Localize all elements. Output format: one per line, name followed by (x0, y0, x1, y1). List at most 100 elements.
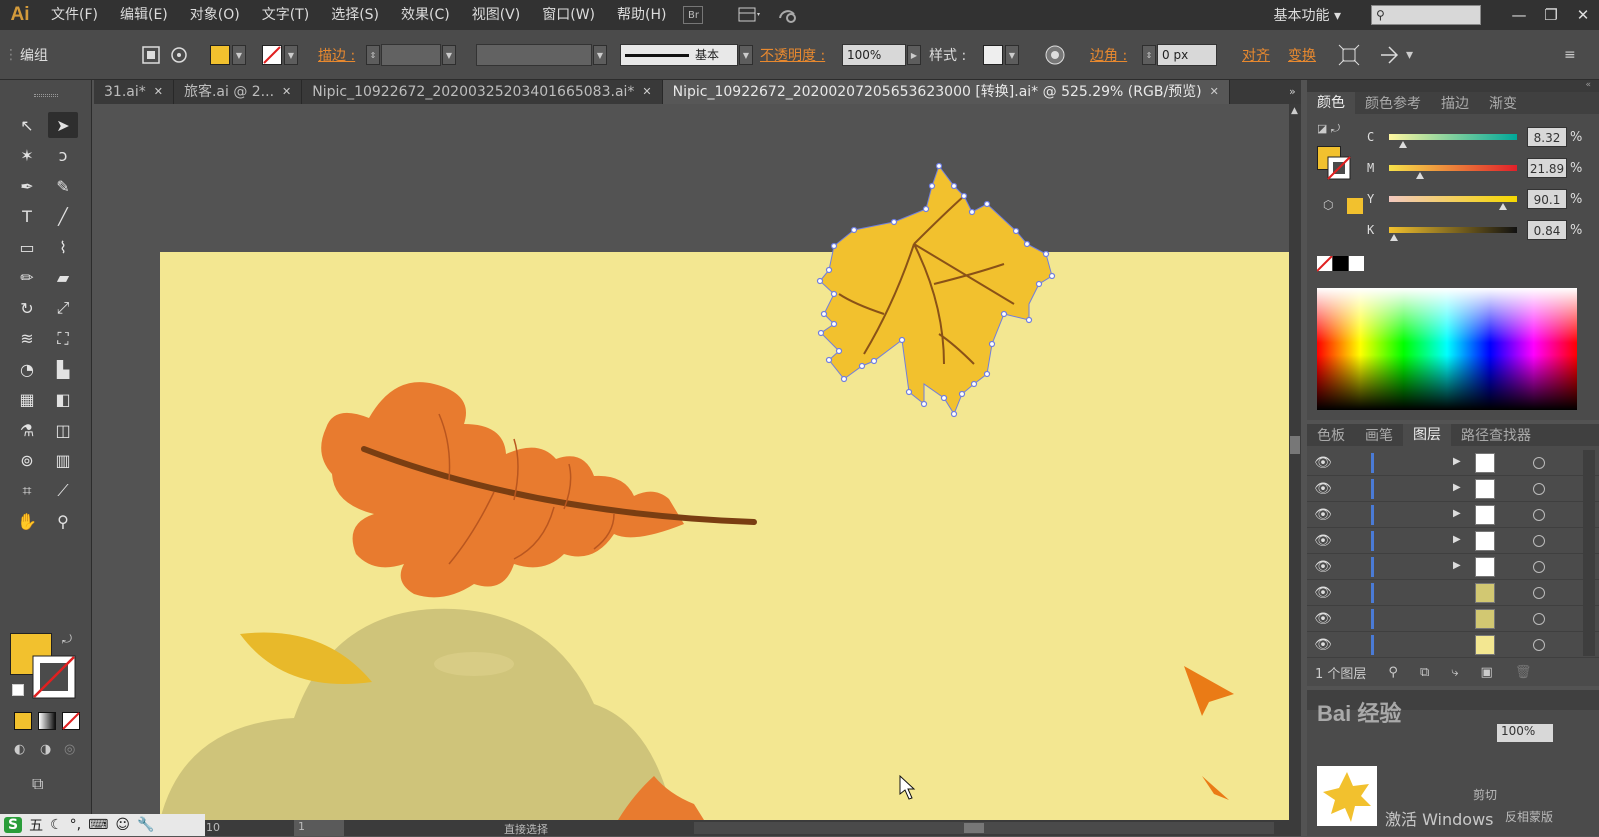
slider-track[interactable] (1389, 227, 1517, 241)
chevron-down-icon[interactable]: ▼ (442, 45, 456, 65)
layers-tab-1[interactable]: 画笔 (1355, 425, 1403, 445)
target-icon[interactable] (1533, 535, 1545, 547)
chevron-down-icon[interactable]: ▼ (284, 45, 298, 65)
color-tab-0[interactable]: 颜色 (1307, 92, 1355, 114)
opacity-label[interactable]: 不透明度 : (760, 30, 825, 80)
menu-5[interactable]: 效果(C) (390, 0, 461, 30)
channel-value[interactable]: 0.84 (1527, 220, 1567, 240)
column-graph-tool-icon[interactable]: ▥ (48, 448, 78, 474)
rectangle-tool-icon[interactable]: ▭ (12, 234, 42, 260)
layer-row[interactable]: 👁 (1307, 580, 1599, 606)
out-of-gamut-icon[interactable]: ⬡ (1323, 198, 1333, 212)
slice-tool-icon[interactable]: ⟋ (48, 478, 78, 504)
expand-arrow-icon[interactable]: ▶ (1453, 508, 1461, 519)
menu-4[interactable]: 选择(S) (320, 0, 390, 30)
layers-tab-2[interactable]: 图层 (1403, 424, 1451, 446)
none-mode-icon[interactable] (62, 712, 80, 730)
chevron-down-icon[interactable]: ▼ (1005, 45, 1019, 65)
zoom-tool-icon[interactable]: ⚲ (48, 509, 78, 535)
screen-mode-icon[interactable]: ⧉ (32, 774, 43, 794)
lasso-tool-icon[interactable]: ↄ (48, 143, 78, 169)
menu-1[interactable]: 编辑(E) (109, 0, 179, 30)
gradient-tool-icon[interactable]: ◧ (48, 387, 78, 413)
slider-thumb[interactable] (1390, 234, 1399, 241)
stroke-weight-field[interactable] (381, 44, 441, 66)
layers-tab-3[interactable]: 路径查找器 (1451, 425, 1541, 445)
direct-selection-tool-icon[interactable]: ➤ (48, 112, 78, 138)
invert-mask-label[interactable]: 反相蒙版 (1505, 808, 1553, 825)
delete-layer-icon[interactable]: 🗑 (1515, 665, 1532, 680)
new-layer-icon[interactable]: ▣ (1481, 665, 1493, 680)
eye-icon[interactable]: 👁 (1307, 533, 1339, 549)
menu-7[interactable]: 窗口(W) (531, 0, 606, 30)
close-icon[interactable]: ✕ (642, 80, 651, 104)
slider-track[interactable] (1389, 196, 1517, 210)
corner-label[interactable]: 边角 : (1090, 30, 1127, 80)
cut-label[interactable]: 剪切 (1473, 786, 1497, 803)
shape-builder-tool-icon[interactable]: ◔ (12, 356, 42, 382)
target-icon[interactable] (1533, 587, 1545, 599)
mesh-tool-icon[interactable]: ▦ (12, 387, 42, 413)
ime-logo[interactable]: S (4, 817, 23, 833)
slider-m[interactable]: M 21.89% (1367, 155, 1597, 181)
layer-row[interactable]: 👁 ▶ (1307, 450, 1599, 476)
vertical-scrollbar[interactable]: ▲ (1289, 104, 1301, 820)
wrench-icon[interactable]: 🔧 (137, 817, 154, 833)
close-icon[interactable]: ✕ (1210, 80, 1219, 104)
opacity-field[interactable]: 100% (842, 44, 906, 66)
horizontal-scrollbar[interactable] (694, 822, 1274, 834)
slider-track[interactable] (1389, 134, 1517, 148)
brush-field[interactable]: 基本 (620, 44, 738, 66)
toolbox-grip[interactable] (34, 94, 58, 97)
layer-row[interactable]: 👁 ▶ (1307, 554, 1599, 580)
ime-mode[interactable]: 五 (29, 815, 43, 835)
h-scroll-thumb[interactable] (964, 823, 984, 833)
stroke-label[interactable]: 描边 : (318, 30, 355, 80)
color-tab-3[interactable]: 渐变 (1479, 93, 1527, 113)
channel-value[interactable]: 8.32 (1527, 127, 1567, 147)
eye-icon[interactable]: 👁 (1307, 559, 1339, 575)
panel-menu-icon[interactable]: ≡ (1564, 30, 1576, 80)
curvature-tool-icon[interactable]: ✎ (48, 173, 78, 199)
eye-icon[interactable]: 👁 (1307, 481, 1339, 497)
expand-arrow-icon[interactable]: ▶ (1453, 560, 1461, 571)
slider-thumb[interactable] (1415, 172, 1424, 179)
sync-icon[interactable] (775, 5, 801, 25)
menu-3[interactable]: 文字(T) (251, 0, 320, 30)
tabs-overflow-icon[interactable]: » (1289, 80, 1301, 104)
type-tool-icon[interactable]: T (12, 204, 42, 230)
default-colors-icon[interactable] (12, 684, 24, 696)
draw-normal-icon[interactable]: ◐ (14, 742, 25, 757)
recolor-icon[interactable] (1044, 30, 1066, 80)
channel-value[interactable]: 90.1 (1527, 189, 1567, 209)
chevron-down-icon[interactable]: ▼ (593, 45, 607, 65)
stroke-weight-control[interactable]: ⇕ ▼ (366, 30, 456, 80)
corner-control[interactable]: ⇕ 0 px (1142, 30, 1217, 80)
mask-thumbnail[interactable] (1317, 766, 1377, 826)
menu-0[interactable]: 文件(F) (40, 0, 109, 30)
pencil-tool-icon[interactable]: ✏ (12, 265, 42, 291)
keyboard-icon[interactable]: ⌨ (88, 817, 108, 833)
closest-color-swatch[interactable] (1347, 198, 1363, 214)
layers-scrollbar[interactable] (1583, 450, 1595, 656)
eyedropper-tool-icon[interactable]: ⚗ (12, 417, 42, 443)
artboard-tool-icon[interactable]: ⌗ (12, 478, 42, 504)
chevron-down-icon[interactable]: ▼ (232, 45, 246, 65)
gradient-mode-icon[interactable] (38, 712, 56, 730)
target-icon[interactable] (1533, 613, 1545, 625)
quick-swatches[interactable] (1317, 256, 1365, 274)
slider-thumb[interactable] (1398, 141, 1407, 148)
layer-row[interactable]: 👁 (1307, 632, 1599, 658)
panel-stroke-swatch[interactable] (1327, 156, 1351, 180)
close-icon[interactable]: ✕ (282, 80, 291, 104)
layer-row[interactable]: 👁 ▶ (1307, 502, 1599, 528)
blend-tool-icon[interactable]: ◫ (48, 417, 78, 443)
eye-icon[interactable]: 👁 (1307, 455, 1339, 471)
default-fill-stroke-icon[interactable]: ◪ ⤾ (1317, 122, 1340, 136)
layer-row[interactable]: 👁 ▶ (1307, 528, 1599, 554)
profile-field[interactable] (476, 44, 592, 66)
workspace-switcher[interactable]: 基本功能 ▾ (1274, 5, 1371, 25)
arrange-documents-icon[interactable] (737, 5, 763, 25)
channel-value[interactable]: 21.89 (1527, 158, 1567, 178)
hand-tool-icon[interactable]: ✋ (12, 509, 42, 535)
